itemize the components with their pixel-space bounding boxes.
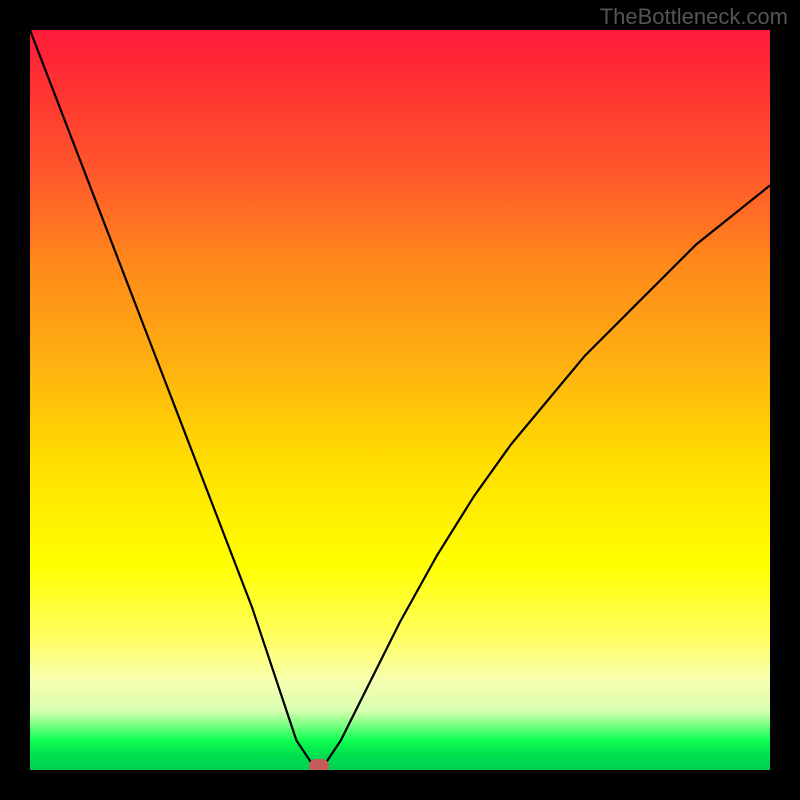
watermark-text: TheBottleneck.com: [600, 4, 788, 30]
minimum-marker: [309, 759, 329, 770]
plot-area: [30, 30, 770, 770]
gradient-background: [30, 30, 770, 770]
